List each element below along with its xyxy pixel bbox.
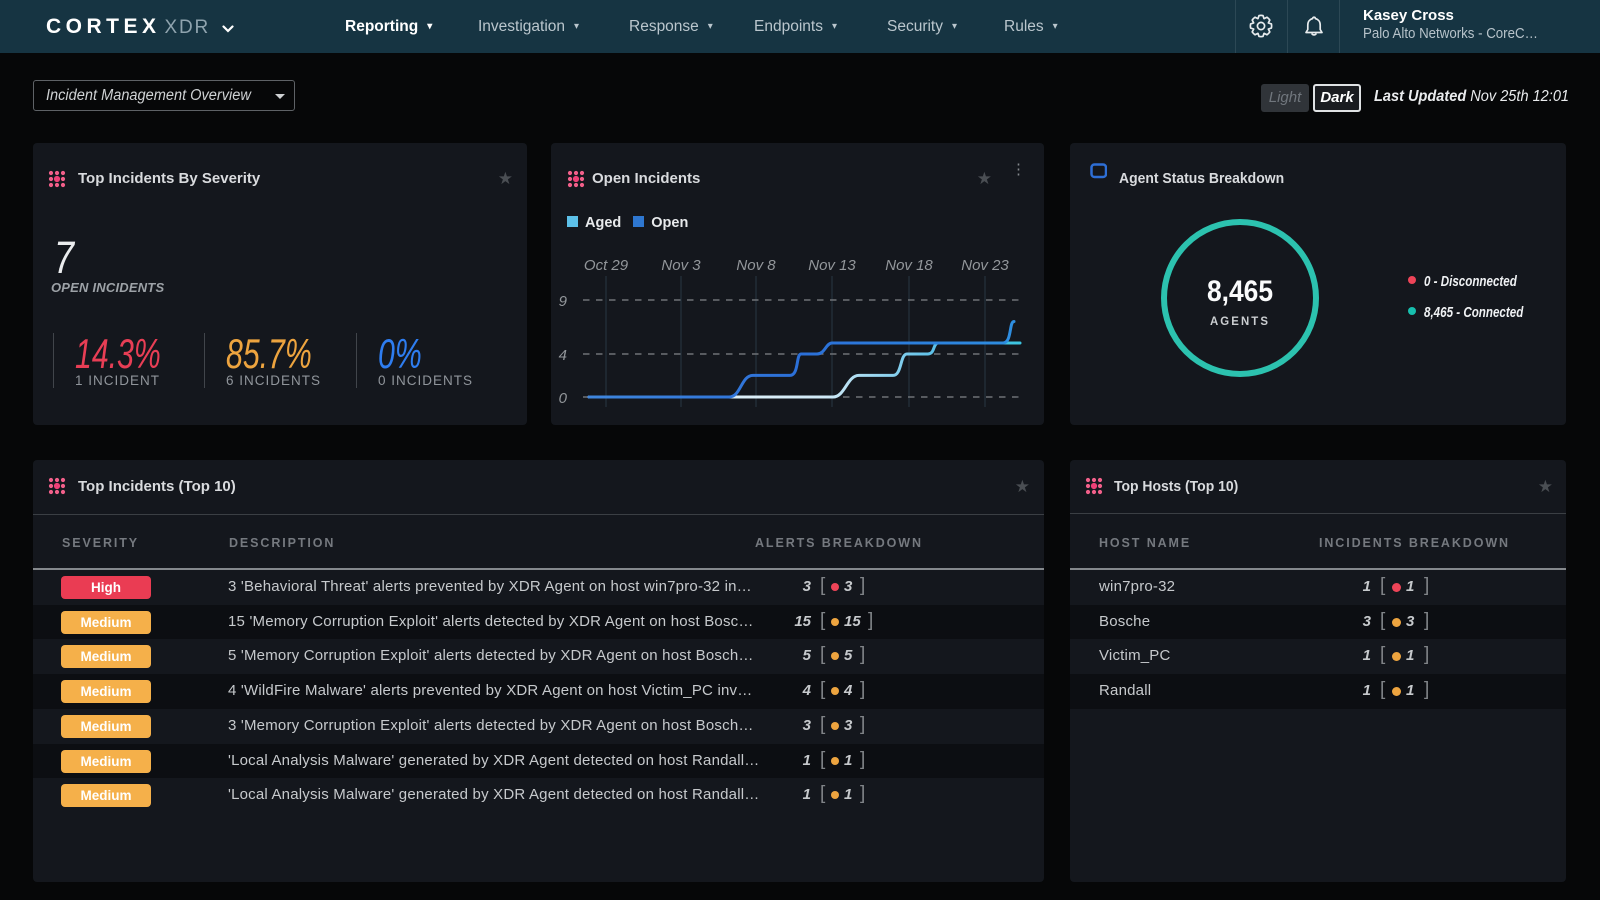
- svg-text:0: 0: [559, 390, 568, 407]
- svg-text:Nov 18: Nov 18: [885, 257, 933, 274]
- svg-text:Nov 8: Nov 8: [736, 257, 776, 274]
- svg-text:9: 9: [559, 293, 568, 310]
- svg-text:Oct 29: Oct 29: [584, 257, 629, 274]
- svg-text:Nov 13: Nov 13: [808, 257, 856, 274]
- svg-text:Nov 3: Nov 3: [661, 257, 701, 274]
- svg-text:4: 4: [559, 347, 567, 364]
- svg-text:Nov 23: Nov 23: [961, 257, 1009, 274]
